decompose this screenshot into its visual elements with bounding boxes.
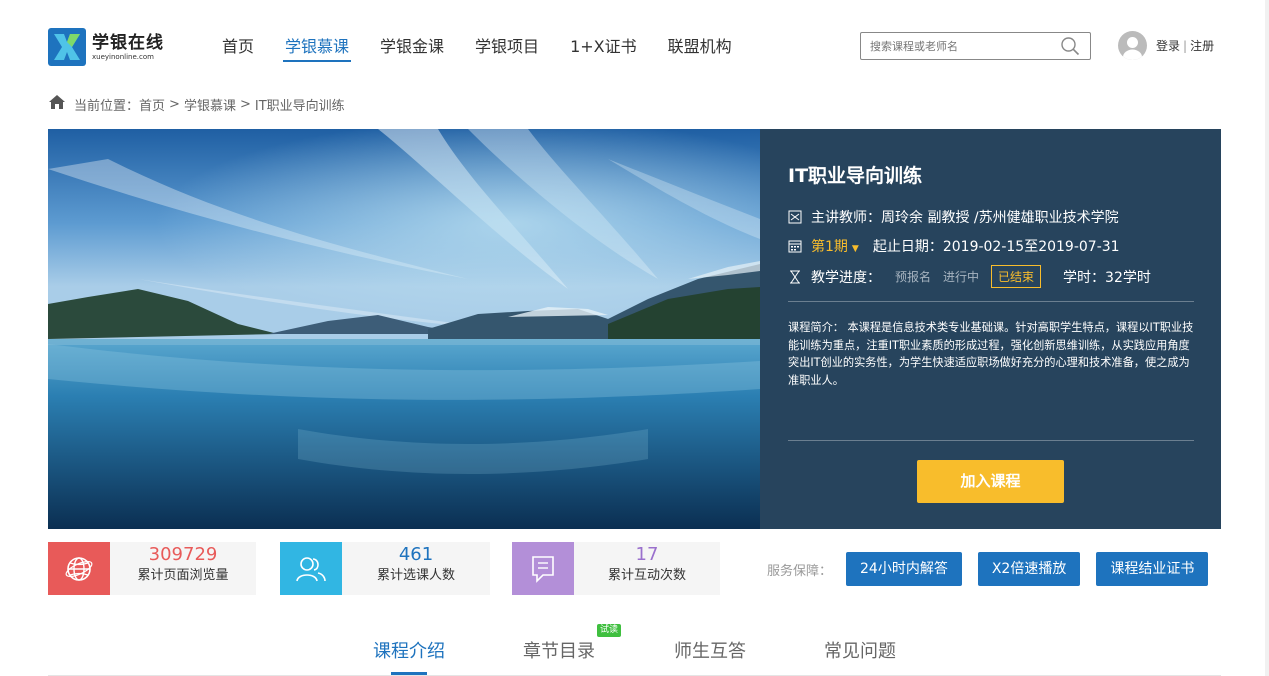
users-icon <box>280 542 342 595</box>
breadcrumb-current: IT职业导向训练 <box>254 98 345 114</box>
course-info-panel: IT职业导向训练 主讲教师：周玲余 副教授 /苏州健雄职业技术学院 第1期 ▼ 起… <box>760 129 1221 529</box>
service-guarantee: 服务保障： 24小时内解答 X2倍速播放 课程结业证书 <box>767 552 1209 586</box>
course-tabs: 课程介绍 章节目录 试读 师生互答 常见问题 <box>48 620 1221 676</box>
stat-page-views: 309729 累计页面浏览量 <box>48 542 256 595</box>
active-tab-indicator <box>391 672 427 675</box>
interactions-label: 累计互动次数 <box>607 568 686 583</box>
calendar-icon <box>788 239 802 253</box>
stat-enrollments: 461 累计选课人数 <box>280 542 490 595</box>
page-views-value: 309729 <box>148 544 218 565</box>
search-input[interactable] <box>861 33 1051 59</box>
breadcrumb: 当前位置： 首页 > 学银慕课 > IT职业导向训练 <box>48 94 345 114</box>
period-dropdown[interactable]: 第1期 ▼ <box>811 236 859 256</box>
nav-item-projects[interactable]: 学银项目 <box>473 36 541 62</box>
nav-item-alliance[interactable]: 联盟机构 <box>666 36 734 62</box>
progress-label: 教学进度： <box>811 269 881 286</box>
service-24h-answer-button[interactable]: 24小时内解答 <box>846 552 962 586</box>
breadcrumb-separator: > <box>169 96 180 112</box>
logo-domain: xueyinonline.com <box>92 52 154 61</box>
panel-divider <box>788 440 1194 441</box>
avatar-icon[interactable] <box>1118 31 1147 60</box>
period-label: 第1期 <box>811 239 848 255</box>
tab-faq[interactable]: 常见问题 <box>824 637 896 663</box>
breadcrumb-prefix: 当前位置： <box>74 98 140 114</box>
service-2x-speed-button[interactable]: X2倍速播放 <box>977 552 1081 586</box>
register-link[interactable]: 注册 <box>1190 39 1214 53</box>
page-views-label: 累计页面浏览量 <box>137 568 229 583</box>
stage-ended: 已结束 <box>991 265 1042 288</box>
scrollbar[interactable] <box>1265 0 1269 676</box>
breadcrumb-home[interactable]: 首页 <box>139 95 165 114</box>
logo-name: 学银在线 <box>92 32 164 53</box>
course-intro: 课程简介： 本课程是信息技术类专业基础课。针对高职学生特点，课程以IT职业技能训… <box>788 321 1194 387</box>
course-hours: 学时：32学时 <box>1063 269 1151 286</box>
course-hero: IT职业导向训练 主讲教师：周玲余 副教授 /苏州健雄职业技术学院 第1期 ▼ 起… <box>48 129 1221 529</box>
interactions-value: 17 <box>635 544 659 565</box>
tab-chapters[interactable]: 章节目录 <box>523 637 595 663</box>
enrollments-value: 461 <box>398 544 434 565</box>
panel-divider <box>788 301 1194 302</box>
chat-icon <box>512 542 574 595</box>
progress-row: 教学进度： 预报名 进行中 已结束 学时：32学时 <box>788 265 1151 288</box>
stat-interactions: 17 累计互动次数 <box>512 542 720 595</box>
login-separator: | <box>1183 39 1188 53</box>
tab-course-intro[interactable]: 课程介绍 <box>373 637 445 663</box>
home-icon <box>48 94 66 114</box>
nav-item-mooc[interactable]: 学银慕课 <box>283 36 352 62</box>
teacher-row: 主讲教师：周玲余 副教授 /苏州健雄职业技术学院 <box>788 207 1119 227</box>
nav-item-gold-course[interactable]: 学银金课 <box>378 36 446 62</box>
breadcrumb-separator: > <box>239 96 251 112</box>
user-area: 登录 | 注册 <box>1118 31 1214 60</box>
caret-down-icon: ▼ <box>851 244 859 254</box>
teacher-icon <box>788 210 802 224</box>
site-header: 学银在线 xueyinonline.com 首页 学银慕课 学银金课 学银项目 … <box>0 0 1269 90</box>
course-stats: 309729 累计页面浏览量 461 累计选课人数 17 累计互动次数 <box>48 542 720 595</box>
stage-preregistration: 预报名 <box>895 270 932 284</box>
login-link[interactable]: 登录 <box>1156 39 1180 53</box>
service-certificate-button[interactable]: 课程结业证书 <box>1096 552 1209 586</box>
search-icon[interactable] <box>1060 36 1080 60</box>
globe-icon <box>48 542 110 595</box>
search-box <box>860 32 1091 60</box>
service-label: 服务保障： <box>767 563 833 579</box>
course-title: IT职业导向训练 <box>788 165 923 187</box>
breadcrumb-mooc[interactable]: 学银慕课 <box>184 95 236 114</box>
hourglass-icon <box>788 270 802 284</box>
logo-mark-icon <box>48 28 86 66</box>
date-row: 第1期 ▼ 起止日期：2019-02-15至2019-07-31 <box>788 236 1120 256</box>
nav-item-home[interactable]: 首页 <box>220 36 256 62</box>
tab-qa[interactable]: 师生互答 <box>674 637 746 663</box>
main-nav: 首页 学银慕课 学银金课 学银项目 1+X证书 联盟机构 <box>220 36 761 62</box>
site-logo[interactable]: 学银在线 xueyinonline.com <box>48 28 164 66</box>
stage-in-progress: 进行中 <box>943 270 980 284</box>
course-cover-image <box>48 129 760 529</box>
teacher-text: 主讲教师：周玲余 副教授 /苏州健雄职业技术学院 <box>811 210 1119 226</box>
enrollments-label: 累计选课人数 <box>376 568 455 583</box>
nav-item-certificates[interactable]: 1+X证书 <box>568 36 639 62</box>
join-course-button[interactable]: 加入课程 <box>917 460 1064 503</box>
trial-badge: 试读 <box>597 624 622 637</box>
date-range: 起止日期：2019-02-15至2019-07-31 <box>872 239 1120 255</box>
